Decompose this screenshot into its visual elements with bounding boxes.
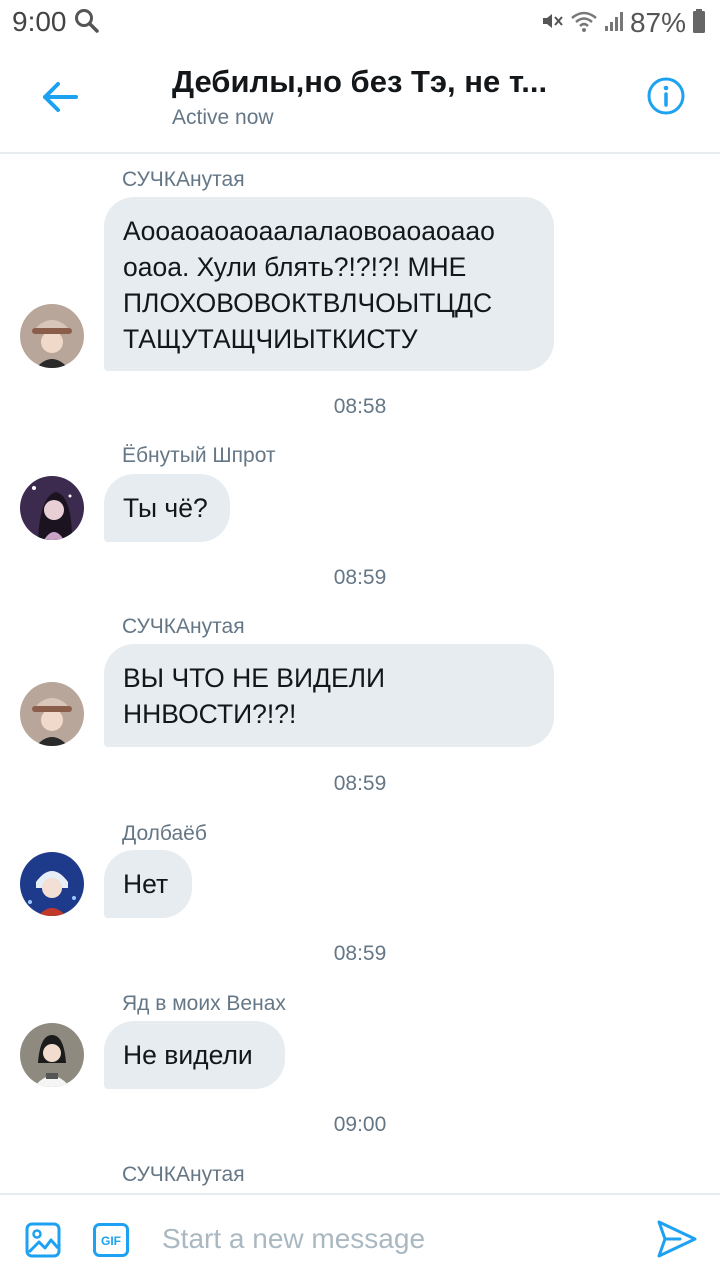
back-arrow-icon	[43, 82, 78, 112]
message-list[interactable]: СУЧКАнутая Аооаоаоаоаалалаовоаоаоаао оао…	[0, 152, 720, 1192]
photo-icon	[25, 1222, 61, 1258]
message-text-line: ТАЩУТАЩЧИЫТКИСТУ	[123, 324, 418, 354]
status-bar: 9:00 87%	[0, 0, 720, 48]
avatar[interactable]	[20, 304, 84, 368]
message-timestamp: 08:58	[333, 395, 387, 418]
conversation-title: Дебилы,но без Тэ, не т...	[172, 64, 548, 99]
message-composer: GIF	[0, 1193, 720, 1282]
signal-icon	[604, 9, 624, 38]
status-time: 9:00	[12, 6, 67, 37]
back-button[interactable]	[38, 74, 84, 120]
message-sender: СУЧКАнутая	[122, 615, 245, 638]
message-bubble[interactable]: Не видели	[104, 1021, 285, 1089]
gif-icon: GIF	[93, 1223, 129, 1257]
avatar[interactable]	[20, 476, 84, 540]
status-icons: 87%	[540, 6, 706, 40]
message-text-line: Не видели	[123, 1040, 253, 1070]
mute-vibrate-icon	[540, 9, 564, 38]
avatar[interactable]	[20, 852, 84, 916]
message-text-line: ПЛОХОВОВОКТВЛЧОЫТЦДС	[123, 288, 493, 318]
message-text-line: оаоа. Хули блять?!?!?! МНЕ	[123, 252, 467, 282]
message-sender: Яд в моих Венах	[122, 992, 286, 1015]
message-bubble[interactable]: ВЫ ЧТО НЕ ВИДЕЛИ ННВОСТИ?!?!	[104, 644, 554, 747]
conversation-header: Дебилы,но без Тэ, не т... Active now	[0, 48, 720, 154]
message-text-line: Нет	[123, 869, 169, 899]
message-bubble[interactable]: Аооаоаоаоаалалаовоаоаоаао оаоа. Хули бля…	[104, 197, 554, 371]
message-timestamp: 09:00	[333, 1113, 387, 1136]
info-icon	[647, 77, 685, 115]
message-text-line: Ты чё?	[123, 493, 208, 523]
message-sender: СУЧКАнутая	[122, 1163, 245, 1186]
gif-label: GIF	[101, 1234, 121, 1248]
send-button[interactable]	[656, 1218, 698, 1260]
battery-percent: 87%	[629, 7, 686, 38]
avatar[interactable]	[20, 1023, 84, 1087]
message-sender: Ёбнутый Шпрот	[122, 444, 276, 467]
message-timestamp: 08:59	[333, 942, 387, 965]
avatar[interactable]	[20, 682, 84, 746]
message-bubble[interactable]: Нет	[104, 850, 192, 918]
message-sender: СУЧКАнутая	[122, 168, 245, 191]
add-gif-button[interactable]: GIF	[93, 1223, 129, 1257]
message-input[interactable]	[162, 1217, 612, 1261]
add-photo-button[interactable]	[25, 1222, 61, 1258]
message-timestamp: 08:59	[333, 566, 387, 589]
message-text-line: ВЫ ЧТО НЕ ВИДЕЛИ	[123, 663, 386, 693]
message-sender: Долбаёб	[122, 822, 207, 845]
message-text-line: ННВОСТИ?!?!	[123, 699, 297, 729]
conversation-status: Active now	[172, 106, 274, 129]
wifi-icon	[570, 9, 598, 38]
search-icon	[74, 8, 100, 39]
message-timestamp: 08:59	[333, 772, 387, 795]
battery-icon	[692, 8, 706, 39]
send-icon	[657, 1220, 697, 1258]
info-button[interactable]	[646, 76, 686, 116]
message-bubble[interactable]: Ты чё?	[104, 474, 230, 542]
message-text-line: Аооаоаоаоаалалаовоаоаоаао	[123, 216, 495, 246]
